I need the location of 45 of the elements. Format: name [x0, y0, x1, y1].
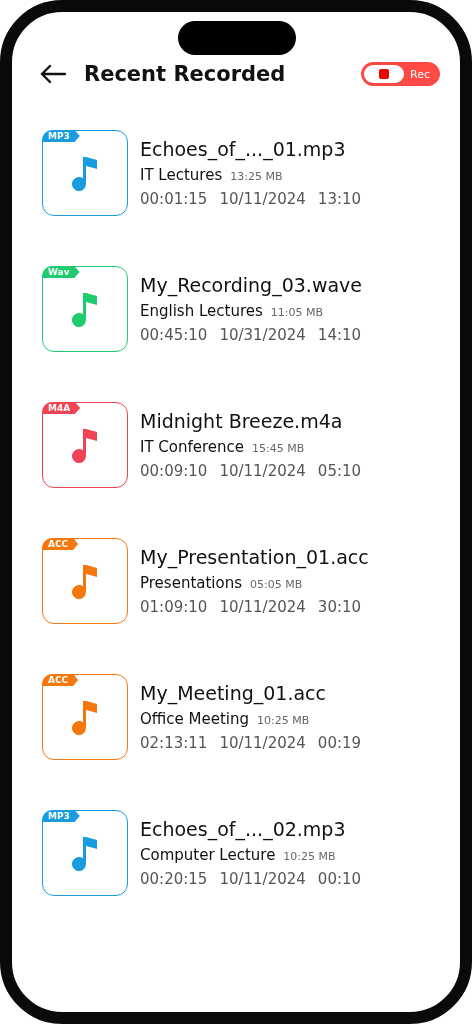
- time: 30:10: [317, 598, 362, 616]
- file-name: My_Meeting_01.acc: [140, 682, 327, 704]
- file-size: 11:05 MB: [270, 306, 323, 319]
- file-size: 15:45 MB: [252, 442, 305, 455]
- file-size: 10:25 MB: [283, 850, 336, 863]
- time: 00:19: [317, 734, 362, 752]
- date: 10/11/2024: [219, 598, 306, 616]
- duration: 01:09:10: [140, 598, 208, 616]
- category-label: IT Conference: [140, 438, 245, 456]
- format-tag: ACC: [42, 538, 79, 550]
- time: 14:10: [317, 326, 362, 344]
- duration: 02:13:11: [140, 734, 208, 752]
- time: 00:10: [317, 870, 362, 888]
- file-size: 13:25 MB: [230, 170, 283, 183]
- format-tag: MP3: [42, 130, 80, 142]
- format-tag: M4A: [42, 402, 81, 414]
- category-label: English Lectures: [140, 302, 263, 320]
- file-size: 10:25 MB: [257, 714, 310, 727]
- back-arrow-icon[interactable]: [40, 64, 66, 84]
- file-name: Midnight Breeze.m4a: [140, 410, 344, 432]
- format-tag: ACC: [42, 674, 79, 686]
- date: 10/31/2024: [219, 326, 306, 344]
- file-name: Echoes_of_..._02.mp3: [140, 818, 347, 840]
- date: 10/11/2024: [219, 870, 306, 888]
- category-label: Computer Lecture: [140, 846, 276, 864]
- screen-title: Recent Recorded: [84, 62, 287, 86]
- duration: 00:09:10: [140, 462, 208, 480]
- rec-toggle[interactable]: Rec: [361, 62, 440, 86]
- date: 10/11/2024: [219, 734, 306, 752]
- file-size: 05:05 MB: [250, 578, 303, 591]
- file-name: Echoes_of_..._01.mp3: [140, 138, 347, 160]
- file-name: My_Presentation_01.acc: [140, 546, 369, 568]
- duration: 00:01:15: [140, 190, 208, 208]
- duration: 00:45:10: [140, 326, 208, 344]
- date: 10/11/2024: [219, 190, 306, 208]
- format-tag: MP3: [42, 810, 80, 822]
- date: 10/11/2024: [219, 462, 306, 480]
- time: 13:10: [317, 190, 362, 208]
- time: 05:10: [317, 462, 362, 480]
- duration: 00:20:15: [140, 870, 208, 888]
- category-label: Presentations: [140, 574, 243, 592]
- file-name: My_Recording_03.wave: [140, 274, 362, 296]
- format-tag: Wav: [42, 266, 80, 278]
- category-label: Office Meeting: [140, 710, 250, 728]
- category-label: IT Lectures: [140, 166, 223, 184]
